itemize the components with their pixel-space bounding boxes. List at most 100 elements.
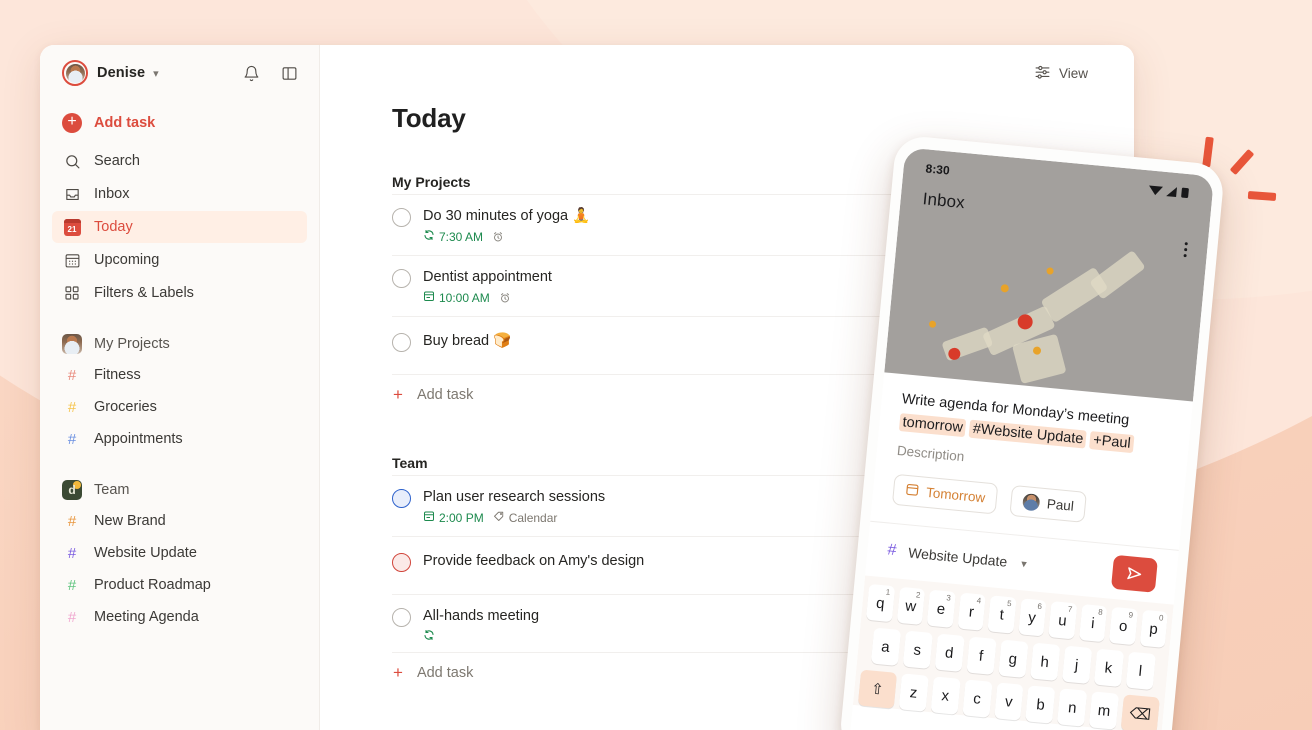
task-due: 2:00 PM	[423, 510, 484, 525]
calendar-icon	[423, 290, 435, 305]
hash-icon: #	[886, 541, 898, 560]
token-date: tomorrow	[898, 413, 967, 438]
key-m[interactable]: m	[1089, 691, 1120, 730]
sidebar-item-inbox[interactable]: Inbox	[52, 178, 307, 210]
sidebar-item-product-roadmap[interactable]: # Product Roadmap	[52, 569, 307, 601]
recurring-icon	[423, 229, 435, 244]
key-j[interactable]: j	[1061, 645, 1092, 684]
key-d[interactable]: d	[934, 633, 965, 672]
sidebar-item-fitness[interactable]: # Fitness	[52, 359, 307, 391]
task-title: Buy bread 🍞	[423, 333, 512, 349]
key-g[interactable]: g	[997, 639, 1029, 678]
chevron-down-icon: ▾	[153, 67, 159, 80]
project-label: Product Roadmap	[94, 577, 211, 593]
project-label: Fitness	[94, 367, 141, 383]
alarm-clock-icon	[492, 231, 504, 243]
sidebar-item-upcoming[interactable]: Upcoming	[52, 244, 307, 276]
sidebar-item-appointments[interactable]: # Appointments	[52, 423, 307, 455]
phone-screen: 8:30 Inbox Write agenda for Monday’s mee…	[848, 147, 1215, 730]
hero-dot	[1046, 267, 1054, 275]
task-checkbox[interactable]	[392, 489, 411, 508]
key-s[interactable]: s	[902, 630, 933, 669]
key-h[interactable]: h	[1029, 642, 1060, 681]
key-l[interactable]: l	[1125, 651, 1156, 690]
sidebar-item-meeting-agenda[interactable]: # Meeting Agenda	[52, 601, 307, 633]
key-r[interactable]: 4r	[957, 592, 986, 631]
key-n[interactable]: n	[1057, 688, 1088, 727]
key-z[interactable]: z	[898, 673, 929, 712]
key-b[interactable]: b	[1025, 685, 1056, 724]
notifications-bell-icon[interactable]	[239, 61, 263, 85]
plus-icon: +	[393, 385, 403, 404]
task-checkbox[interactable]	[392, 608, 411, 627]
sidebar-item-website-update[interactable]: # Website Update	[52, 537, 307, 569]
key-u[interactable]: 7u	[1048, 601, 1077, 640]
calendar-grid-icon	[62, 250, 82, 270]
assignee-chip[interactable]: Paul	[1009, 484, 1088, 523]
key-y[interactable]: 6y	[1017, 598, 1047, 637]
key-x[interactable]: x	[930, 676, 961, 715]
project-label: Meeting Agenda	[94, 609, 199, 625]
hash-icon: #	[67, 398, 77, 416]
key-p[interactable]: 0p	[1139, 609, 1168, 648]
sidebar-item-new-brand[interactable]: # New Brand	[52, 505, 307, 537]
key-o[interactable]: 9o	[1108, 606, 1138, 646]
task-checkbox[interactable]	[392, 553, 411, 572]
hero-dot	[928, 320, 937, 328]
more-options-icon[interactable]	[1183, 242, 1188, 258]
phone-hero-image: 8:30 Inbox	[884, 147, 1215, 402]
due-date-chip-label: Tomorrow	[925, 484, 986, 506]
search-icon	[62, 151, 82, 171]
sidebar-section-header-my-projects[interactable]: My Projects	[52, 329, 307, 359]
task-checkbox[interactable]	[392, 208, 411, 227]
key-w[interactable]: 2w	[896, 586, 926, 625]
hero-dot	[1000, 283, 1010, 293]
filters-labels-icon	[62, 283, 82, 303]
send-button[interactable]	[1110, 554, 1158, 593]
shift-key[interactable]: ⇧	[857, 669, 897, 709]
key-k[interactable]: k	[1093, 648, 1124, 687]
task-title: All-hands meeting	[423, 608, 540, 624]
team-workspace-icon	[62, 480, 82, 500]
user-menu-button[interactable]: Denise ▾	[62, 60, 159, 86]
sidebar-header: Denise ▾	[52, 45, 307, 101]
sidebar-item-groceries[interactable]: # Groceries	[52, 391, 307, 423]
sidebar-item-today[interactable]: 21 Today	[52, 211, 307, 243]
task-checkbox[interactable]	[392, 333, 411, 352]
due-date-chip[interactable]: Tomorrow	[891, 473, 999, 515]
key-v[interactable]: v	[993, 682, 1024, 721]
key-c[interactable]: c	[962, 679, 993, 718]
view-button[interactable]: View	[1028, 59, 1094, 87]
sidebar-section-team: Team # New Brand # Website Update # Prod…	[52, 475, 307, 633]
page-title: Today	[392, 103, 466, 133]
sidebar-item-filters-labels[interactable]: Filters & Labels	[52, 277, 307, 309]
sidebar-item-add-task[interactable]: + Add task	[52, 107, 307, 139]
task-checkbox[interactable]	[392, 269, 411, 288]
key-e[interactable]: 3e	[926, 589, 956, 628]
sidebar-item-label: Inbox	[94, 186, 130, 202]
phone-mockup: 8:30 Inbox Write agenda for Monday’s mee…	[838, 134, 1226, 730]
project-label: Website Update	[94, 545, 197, 561]
key-q[interactable]: 1q	[865, 583, 895, 623]
alarm-clock-icon	[499, 292, 511, 304]
key-a[interactable]: a	[870, 627, 901, 666]
toggle-sidebar-icon[interactable]	[277, 61, 301, 85]
chevron-down-icon: ▾	[1020, 557, 1028, 571]
sidebar-section-header-team[interactable]: Team	[52, 475, 307, 505]
sidebar-item-label: Add task	[94, 115, 156, 131]
task-due: 7:30 AM	[423, 229, 483, 244]
hash-icon: #	[67, 430, 77, 448]
sidebar-item-search[interactable]: Search	[52, 145, 307, 177]
hash-icon: #	[67, 366, 77, 384]
key-t[interactable]: 5t	[987, 595, 1017, 634]
key-f[interactable]: f	[965, 636, 997, 675]
backspace-key[interactable]: ⌫	[1120, 694, 1160, 730]
sliders-icon	[1034, 63, 1051, 83]
recurring-icon	[423, 629, 435, 641]
project-label: Groceries	[94, 399, 157, 415]
task-label: Calendar	[493, 510, 557, 525]
key-i[interactable]: 8i	[1078, 603, 1108, 643]
phone-shell: 8:30 Inbox Write agenda for Monday’s mee…	[838, 134, 1226, 730]
task-due-label: 7:30 AM	[439, 229, 484, 244]
plus-circle-icon: +	[62, 113, 82, 133]
